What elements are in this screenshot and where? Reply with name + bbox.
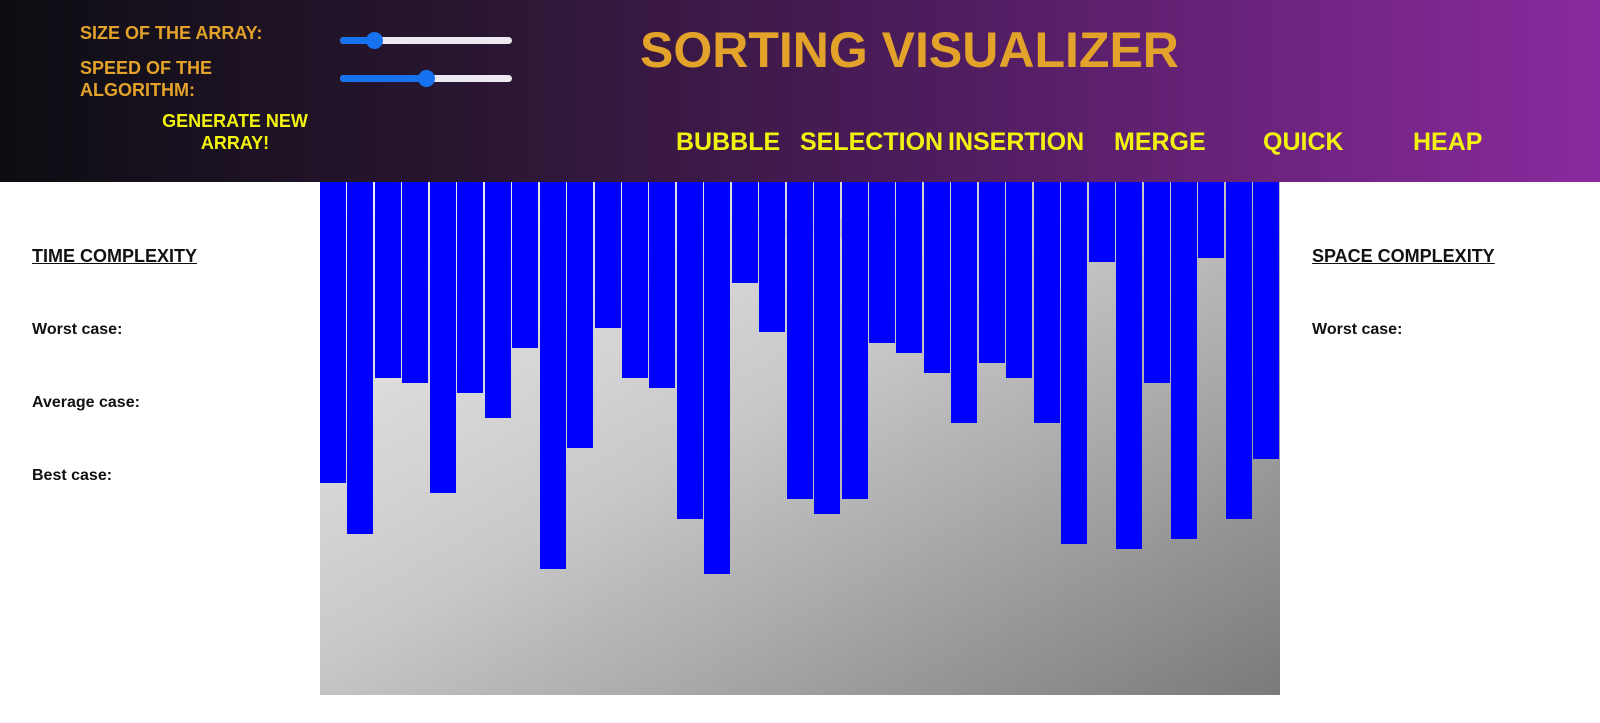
array-bar xyxy=(595,182,621,328)
array-bar xyxy=(347,182,373,534)
time-best-case: Best case: xyxy=(32,467,113,484)
array-bar xyxy=(1116,182,1142,549)
array-bar xyxy=(1198,182,1224,258)
array-bar xyxy=(1089,182,1115,262)
generate-button-line-2: ARRAY! xyxy=(200,133,270,153)
time-worst-case: Worst case: xyxy=(32,321,123,338)
array-bar xyxy=(732,182,758,283)
array-bar xyxy=(869,182,895,343)
array-bar xyxy=(320,182,346,483)
speed-slider-thumb[interactable] xyxy=(418,70,435,87)
array-bar xyxy=(896,182,922,353)
speed-label-line-2: ALGORITHM: xyxy=(80,80,195,100)
generate-button-line-1: GENERATE NEW xyxy=(162,111,308,131)
array-bar xyxy=(1226,182,1252,519)
space-worst-case: Worst case: xyxy=(1312,321,1403,338)
array-bar xyxy=(842,182,868,499)
time-average-case: Average case: xyxy=(32,394,140,411)
array-bar xyxy=(512,182,538,348)
time-complexity-heading: TIME COMPLEXITY xyxy=(32,246,198,266)
array-bar xyxy=(457,182,483,393)
array-bar xyxy=(649,182,675,388)
heap-sort-button[interactable]: HEAP xyxy=(1413,127,1482,157)
array-bar xyxy=(1171,182,1197,539)
speed-slider[interactable] xyxy=(340,67,512,91)
array-bar xyxy=(814,182,840,514)
speed-slider-fill xyxy=(340,75,426,82)
size-slider-thumb[interactable] xyxy=(366,32,384,49)
generate-array-button[interactable]: GENERATE NEW ARRAY! xyxy=(150,110,320,154)
array-bar xyxy=(787,182,813,499)
array-bar xyxy=(759,182,785,332)
header-bar: SIZE OF THE ARRAY: SPEED OF THE ALGORITH… xyxy=(0,0,1600,182)
insertion-sort-button[interactable]: INSERTION xyxy=(948,127,1084,157)
array-bar xyxy=(924,182,950,373)
array-bar xyxy=(485,182,511,418)
size-slider[interactable] xyxy=(340,29,512,53)
bubble-sort-button[interactable]: BUBBLE xyxy=(676,127,780,157)
merge-sort-button[interactable]: MERGE xyxy=(1114,127,1206,157)
selection-sort-button[interactable]: SELECTION xyxy=(800,127,943,157)
size-label: SIZE OF THE ARRAY: xyxy=(80,23,263,43)
array-bar xyxy=(1034,182,1060,423)
page-title: SORTING VISUALIZER xyxy=(640,22,1179,78)
array-bar xyxy=(430,182,456,493)
array-bar xyxy=(677,182,703,519)
array-visualization xyxy=(320,182,1280,695)
array-bar xyxy=(622,182,648,378)
array-bar xyxy=(402,182,428,383)
array-bar xyxy=(704,182,730,574)
array-bar xyxy=(1144,182,1170,383)
speed-label: SPEED OF THE ALGORITHM: xyxy=(80,57,212,101)
space-complexity-heading: SPACE COMPLEXITY xyxy=(1312,246,1495,266)
speed-label-line-1: SPEED OF THE xyxy=(80,58,213,78)
array-bar xyxy=(567,182,593,448)
array-bar xyxy=(540,182,566,569)
quick-sort-button[interactable]: QUICK xyxy=(1263,127,1344,157)
array-bar xyxy=(1061,182,1087,544)
array-bar xyxy=(1006,182,1032,378)
array-bar xyxy=(979,182,1005,363)
array-bar xyxy=(1253,182,1279,459)
array-bar xyxy=(375,182,401,378)
array-bar xyxy=(951,182,977,423)
